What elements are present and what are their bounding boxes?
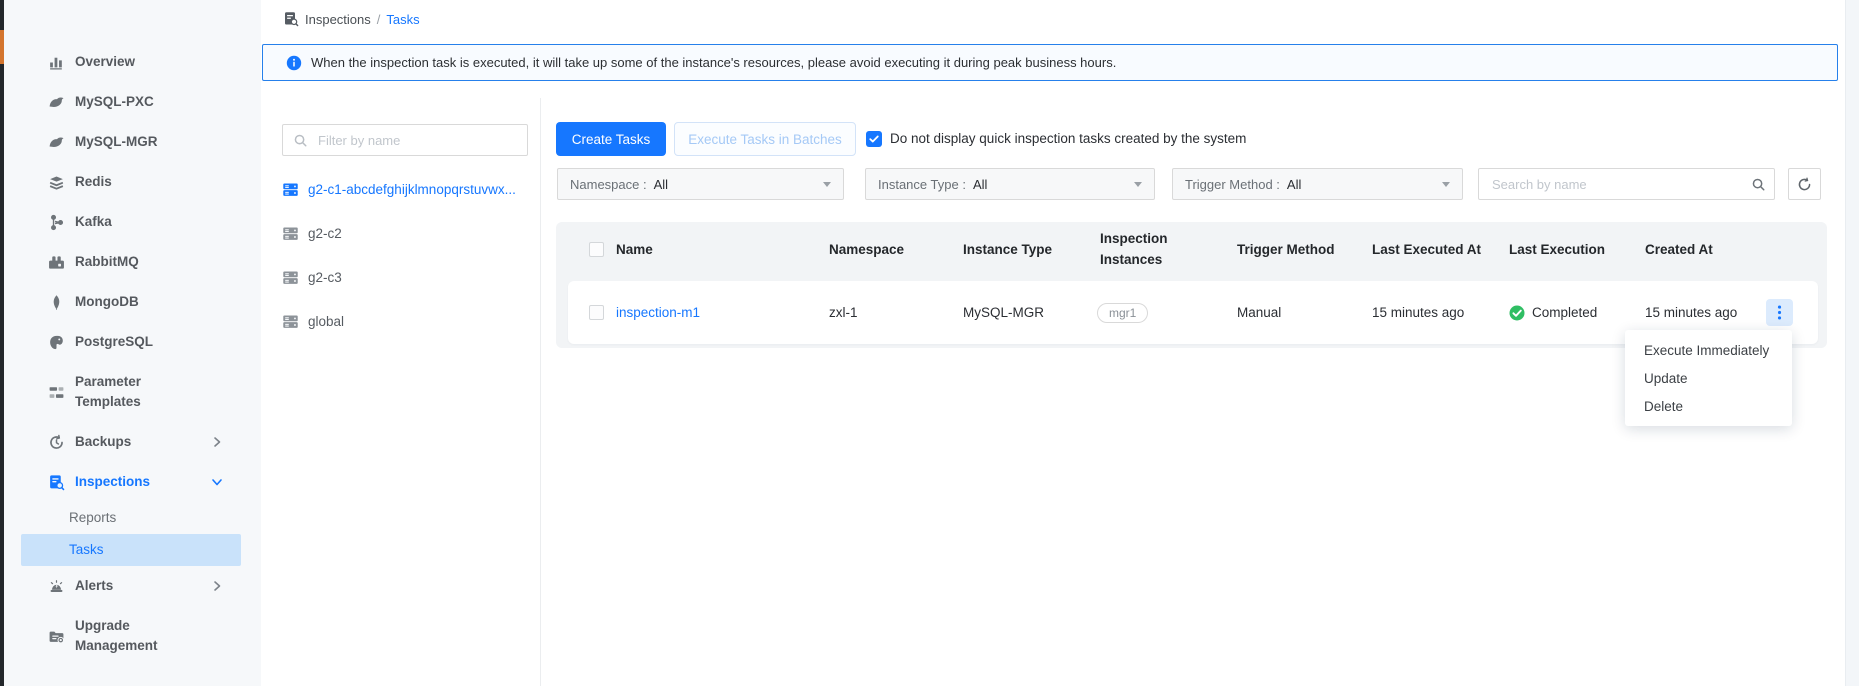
alerts-icon bbox=[48, 578, 65, 595]
column-header-trigger-method: Trigger Method bbox=[1237, 222, 1335, 277]
refresh-icon bbox=[1797, 177, 1812, 192]
breadcrumb-separator: / bbox=[377, 12, 381, 27]
sidebar-item-backups[interactable]: Backups bbox=[4, 422, 261, 462]
sidebar-item-mongodb[interactable]: MongoDB bbox=[4, 282, 261, 322]
status-text: Completed bbox=[1532, 305, 1597, 320]
kafka-icon bbox=[48, 214, 65, 231]
column-header-name: Name bbox=[616, 222, 653, 277]
banner-text: When the inspection task is executed, it… bbox=[311, 55, 1116, 70]
column-header-last-execution: Last Execution bbox=[1509, 222, 1605, 277]
breadcrumb-section[interactable]: Inspections bbox=[305, 12, 371, 27]
cluster-name: g2-c3 bbox=[308, 270, 342, 285]
cluster-name: g2-c1-abcdefghijklmnopqrstuvwx... bbox=[308, 182, 516, 197]
info-banner: When the inspection task is executed, it… bbox=[262, 44, 1838, 81]
postgresql-icon bbox=[48, 334, 65, 351]
server-icon bbox=[282, 269, 299, 286]
row-actions-button[interactable] bbox=[1766, 299, 1793, 326]
instance-tag: mgr1 bbox=[1097, 303, 1148, 323]
cell-instance-type: MySQL-MGR bbox=[963, 281, 1044, 344]
cluster-item-g2-c3[interactable]: g2-c3 bbox=[282, 264, 342, 290]
task-search-input[interactable] bbox=[1490, 176, 1751, 193]
upgrade-icon bbox=[48, 628, 65, 645]
cluster-filter bbox=[282, 124, 528, 156]
caret-down-icon bbox=[1442, 182, 1450, 187]
task-name-link[interactable]: inspection-m1 bbox=[616, 281, 700, 344]
cell-last-execution: Completed bbox=[1509, 281, 1597, 344]
sidebar-item-redis[interactable]: Redis bbox=[4, 162, 261, 202]
inspections-breadcrumb-icon bbox=[283, 11, 299, 27]
mysql-icon bbox=[48, 134, 65, 151]
cell-namespace: zxl-1 bbox=[829, 281, 858, 344]
breadcrumb-current[interactable]: Tasks bbox=[386, 12, 419, 27]
instance-type-select[interactable]: Instance Type : All bbox=[865, 168, 1155, 200]
server-icon bbox=[282, 181, 299, 198]
sidebar-item-upgrade-management[interactable]: Upgrade Management bbox=[4, 606, 261, 666]
sidebar-item-rabbitmq[interactable]: RabbitMQ bbox=[4, 242, 261, 282]
cell-last-executed-at: 15 minutes ago bbox=[1372, 281, 1464, 344]
create-tasks-button[interactable]: Create Tasks bbox=[556, 122, 666, 156]
column-header-inspection-instances: Inspection Instances bbox=[1100, 222, 1192, 277]
row-checkbox[interactable] bbox=[589, 281, 604, 344]
hide-system-tasks-label: Do not display quick inspection tasks cr… bbox=[890, 131, 1246, 147]
cluster-name: g2-c2 bbox=[308, 226, 342, 241]
task-search bbox=[1478, 168, 1775, 200]
sidebar: Overview MySQL-PXC MySQL-MGR Redis Kafka… bbox=[4, 0, 261, 686]
chevron-right-icon bbox=[211, 580, 223, 592]
refresh-button[interactable] bbox=[1788, 168, 1821, 200]
sidebar-item-tasks[interactable]: Tasks bbox=[21, 534, 241, 566]
backups-icon bbox=[48, 434, 65, 451]
cluster-name: global bbox=[308, 314, 344, 329]
caret-down-icon bbox=[1134, 182, 1142, 187]
info-icon bbox=[286, 55, 302, 71]
sidebar-item-mysql-mgr[interactable]: MySQL-MGR bbox=[4, 122, 261, 162]
sidebar-item-parameter-templates[interactable]: Parameter Templates bbox=[4, 362, 261, 422]
column-header-instance-type: Instance Type bbox=[963, 222, 1052, 277]
caret-down-icon bbox=[823, 182, 831, 187]
scrollbar-track[interactable] bbox=[1845, 0, 1859, 686]
rabbitmq-icon bbox=[48, 254, 65, 271]
hide-system-tasks-checkbox[interactable] bbox=[866, 131, 882, 147]
search-icon[interactable] bbox=[1751, 177, 1766, 192]
chevron-right-icon bbox=[211, 436, 223, 448]
sidebar-item-postgresql[interactable]: PostgreSQL bbox=[4, 322, 261, 362]
search-icon bbox=[293, 133, 308, 148]
bar-chart-icon bbox=[48, 54, 65, 71]
cluster-item-g2-c1[interactable]: g2-c1-abcdefghijklmnopqrstuvwx... bbox=[282, 176, 516, 202]
menu-item-update[interactable]: Update bbox=[1625, 364, 1792, 392]
sidebar-item-alerts[interactable]: Alerts bbox=[4, 566, 261, 606]
cluster-filter-input[interactable] bbox=[316, 132, 510, 149]
server-icon bbox=[282, 225, 299, 242]
inspections-icon bbox=[48, 474, 65, 491]
sidebar-item-reports[interactable]: Reports bbox=[21, 502, 241, 534]
column-header-namespace: Namespace bbox=[829, 222, 904, 277]
sidebar-item-inspections[interactable]: Inspections bbox=[4, 462, 261, 502]
cluster-item-g2-c2[interactable]: g2-c2 bbox=[282, 220, 342, 246]
menu-item-execute-immediately[interactable]: Execute Immediately bbox=[1625, 336, 1792, 364]
trigger-method-select[interactable]: Trigger Method : All bbox=[1172, 168, 1463, 200]
select-all-checkbox[interactable] bbox=[589, 222, 604, 277]
redis-icon bbox=[48, 174, 65, 191]
cluster-item-global[interactable]: global bbox=[282, 308, 344, 334]
sidebar-item-overview[interactable]: Overview bbox=[4, 42, 261, 82]
execute-tasks-in-batches-button[interactable]: Execute Tasks in Batches bbox=[674, 122, 856, 156]
row-actions-menu: Execute Immediately Update Delete bbox=[1625, 330, 1792, 426]
completed-check-icon bbox=[1509, 305, 1525, 321]
cell-trigger-method: Manual bbox=[1237, 281, 1281, 344]
chevron-down-icon bbox=[211, 476, 223, 488]
kebab-icon bbox=[1777, 305, 1782, 320]
mysql-icon bbox=[48, 94, 65, 111]
cell-inspection-instances: mgr1 bbox=[1097, 281, 1148, 344]
server-icon bbox=[282, 313, 299, 330]
column-header-created-at: Created At bbox=[1645, 222, 1713, 277]
mongodb-icon bbox=[48, 294, 65, 311]
parameter-templates-icon bbox=[48, 384, 65, 401]
panel-divider bbox=[540, 98, 541, 686]
sidebar-item-mysql-pxc[interactable]: MySQL-PXC bbox=[4, 82, 261, 122]
menu-item-delete[interactable]: Delete bbox=[1625, 392, 1792, 420]
namespace-select[interactable]: Namespace : All bbox=[557, 168, 844, 200]
sidebar-item-kafka[interactable]: Kafka bbox=[4, 202, 261, 242]
breadcrumb: Inspections / Tasks bbox=[283, 9, 420, 29]
column-header-last-executed-at: Last Executed At bbox=[1372, 222, 1481, 277]
